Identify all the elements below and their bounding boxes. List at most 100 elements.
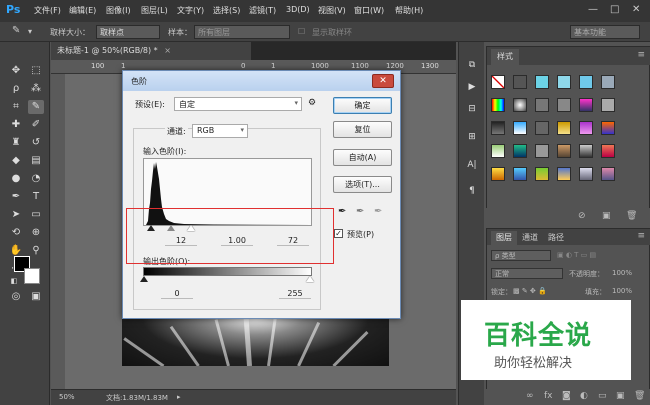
document-tab-close-icon[interactable]: × xyxy=(164,46,171,55)
menu-file[interactable]: 文件(F) xyxy=(34,5,61,16)
style-swatch[interactable] xyxy=(491,75,505,89)
dialog-close-button[interactable]: ✕ xyxy=(372,74,394,88)
link-layers-icon[interactable]: ∞ xyxy=(526,391,534,401)
clone-stamp-tool-icon[interactable]: ♜ xyxy=(8,136,24,150)
pen-tool-icon[interactable]: ✒ xyxy=(8,190,24,204)
tool-preset-chevron-icon[interactable]: ▾ xyxy=(28,27,32,36)
channel-select[interactable]: RGB ▾ xyxy=(192,124,248,138)
style-swatch[interactable] xyxy=(601,75,615,89)
history-brush-tool-icon[interactable]: ↺ xyxy=(28,136,44,150)
lasso-tool-icon[interactable]: ρ xyxy=(8,82,24,96)
eyedropper-icon[interactable]: ✎ xyxy=(12,25,20,36)
new-group-icon[interactable]: ▭ xyxy=(598,391,607,401)
character-panel-icon[interactable]: ⊞ xyxy=(464,132,480,146)
menu-layer[interactable]: 图层(L) xyxy=(141,5,168,16)
zoom-level[interactable]: 50% xyxy=(59,393,75,401)
style-swatch[interactable] xyxy=(557,144,571,158)
marquee-tool-icon[interactable]: ⬚ xyxy=(28,64,44,78)
status-arrow-icon[interactable]: ▸ xyxy=(177,393,181,401)
blur-tool-icon[interactable]: ● xyxy=(8,172,24,186)
sample-size-select[interactable]: 取样点 xyxy=(96,25,160,39)
style-swatch[interactable] xyxy=(535,75,549,89)
dialog-titlebar[interactable]: 色阶 ✕ xyxy=(123,71,400,91)
style-swatch[interactable] xyxy=(579,167,593,181)
lock-icons[interactable]: ▩ ✎ ✥ 🔒 xyxy=(513,287,547,295)
workspace-select[interactable]: 基本功能 xyxy=(570,25,640,39)
tab-layers[interactable]: 图层 xyxy=(491,231,517,245)
style-swatch[interactable] xyxy=(579,75,593,89)
brush-tool-icon[interactable]: ✐ xyxy=(28,118,44,132)
canvas-image[interactable] xyxy=(122,318,389,366)
default-colors-icon[interactable]: ◧ xyxy=(6,274,22,288)
output-white-slider[interactable] xyxy=(306,276,314,282)
3d-camera-tool-icon[interactable]: ⊕ xyxy=(28,226,44,240)
style-swatch[interactable] xyxy=(535,98,549,112)
layer-mask-icon[interactable]: ◙ xyxy=(562,391,571,401)
tab-paths[interactable]: 路径 xyxy=(543,231,569,245)
style-swatch[interactable] xyxy=(557,167,571,181)
style-swatch[interactable] xyxy=(601,121,615,135)
eyedropper-tool-icon[interactable]: ✎ xyxy=(28,100,44,114)
ok-button[interactable]: 确定 xyxy=(333,97,392,114)
layer-style-icon[interactable]: fx xyxy=(544,391,553,401)
paragraph-panel-icon[interactable]: ¶ xyxy=(464,186,480,200)
dodge-tool-icon[interactable]: ◔ xyxy=(28,172,44,186)
delete-style-icon[interactable]: 🗑 xyxy=(626,211,637,221)
style-swatch[interactable] xyxy=(579,98,593,112)
actions-panel-icon[interactable]: ▶ xyxy=(464,82,480,96)
quick-mask-icon[interactable]: ◎ xyxy=(8,290,24,304)
screen-mode-icon[interactable]: ▣ xyxy=(28,290,44,304)
3d-tool-icon[interactable]: ⟲ xyxy=(8,226,24,240)
crop-tool-icon[interactable]: ⌗ xyxy=(8,100,24,114)
zoom-tool-icon[interactable]: ⚲ xyxy=(28,244,44,258)
style-swatch[interactable] xyxy=(601,144,615,158)
path-selection-tool-icon[interactable]: ➤ xyxy=(8,208,24,222)
options-button[interactable]: 选项(T)... xyxy=(333,176,392,193)
paragraph-styles-panel-icon[interactable]: A| xyxy=(464,160,480,174)
panel-menu-icon[interactable]: ≡ xyxy=(637,50,645,60)
style-swatch[interactable] xyxy=(513,121,527,135)
show-ring-checkbox-icon[interactable]: ☐ xyxy=(298,27,305,36)
reset-button[interactable]: 复位 xyxy=(333,121,392,138)
black-point-eyedropper-icon[interactable]: ✒ xyxy=(338,206,350,220)
close-icon[interactable]: ✕ xyxy=(632,4,640,15)
style-swatch[interactable] xyxy=(557,98,571,112)
style-swatch[interactable] xyxy=(513,98,527,112)
gradient-tool-icon[interactable]: ▤ xyxy=(28,154,44,168)
type-tool-icon[interactable]: T xyxy=(28,190,44,204)
delete-layer-icon[interactable]: 🗑 xyxy=(634,391,645,401)
menu-window[interactable]: 窗口(W) xyxy=(354,5,384,16)
sample-select[interactable]: 所有图层 xyxy=(194,25,290,39)
properties-panel-icon[interactable]: ⊟ xyxy=(464,104,480,118)
magic-wand-tool-icon[interactable]: ⁂ xyxy=(28,82,44,96)
layer-filter-icons[interactable]: ▣ ◐ T ▭ ▤ xyxy=(557,251,596,259)
output-black-value[interactable]: 0 xyxy=(161,289,193,299)
menu-type[interactable]: 文字(Y) xyxy=(177,5,204,16)
output-white-value[interactable]: 255 xyxy=(279,289,311,299)
preview-checkbox[interactable]: ✓ xyxy=(334,229,343,238)
style-swatch[interactable] xyxy=(557,121,571,135)
style-swatch[interactable] xyxy=(491,98,505,112)
menu-3d[interactable]: 3D(D) xyxy=(286,5,310,14)
eraser-tool-icon[interactable]: ◆ xyxy=(8,154,24,168)
document-tab[interactable]: 未标题-1 @ 50%(RGB/8) * × xyxy=(51,42,251,60)
style-swatch[interactable] xyxy=(557,75,571,89)
move-tool-icon[interactable]: ✥ xyxy=(8,64,24,78)
style-swatch[interactable] xyxy=(491,144,505,158)
white-point-eyedropper-icon[interactable]: ✒ xyxy=(374,206,386,220)
opacity-value[interactable]: 100% xyxy=(612,269,632,277)
history-panel-icon[interactable]: ⧉ xyxy=(464,60,480,74)
style-swatch[interactable] xyxy=(491,167,505,181)
style-swatch[interactable] xyxy=(513,167,527,181)
output-black-slider[interactable] xyxy=(140,276,148,282)
menu-filter[interactable]: 滤镜(T) xyxy=(249,5,276,16)
new-layer-icon[interactable]: ▣ xyxy=(616,391,625,401)
adjustment-layer-icon[interactable]: ◐ xyxy=(580,391,588,401)
clear-style-icon[interactable]: ⊘ xyxy=(578,211,586,221)
style-swatch[interactable] xyxy=(579,144,593,158)
preset-options-gear-icon[interactable]: ⚙ xyxy=(308,98,316,108)
tab-styles[interactable]: 样式 xyxy=(491,49,519,65)
menu-help[interactable]: 帮助(H) xyxy=(395,5,423,16)
style-swatch[interactable] xyxy=(601,167,615,181)
panel-menu-icon[interactable]: ≡ xyxy=(637,231,645,241)
